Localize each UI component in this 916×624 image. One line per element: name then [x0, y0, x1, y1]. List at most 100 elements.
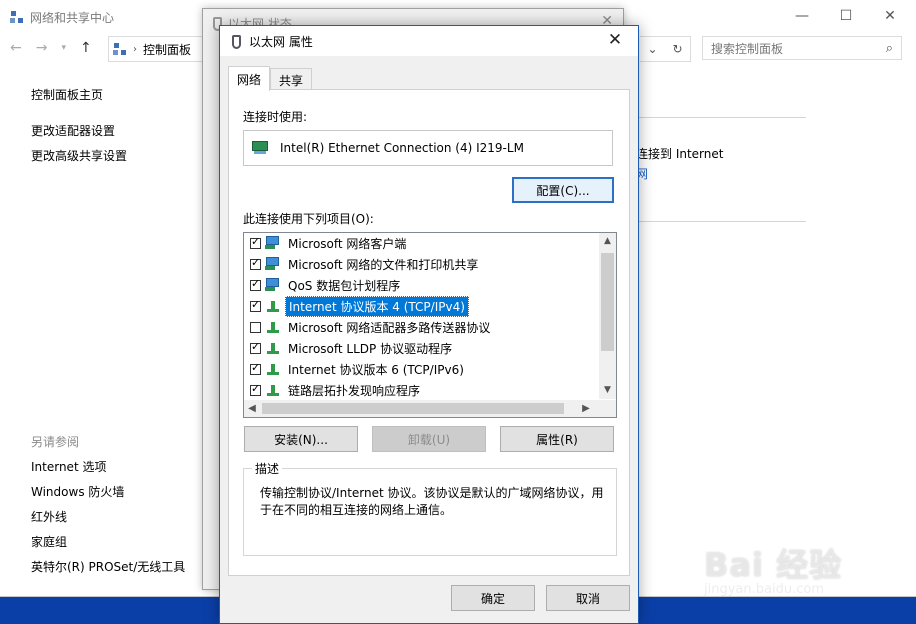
item-checkbox[interactable]: [250, 256, 261, 270]
recent-chevron-icon[interactable]: ▾: [61, 43, 66, 53]
description-group: 描述 传输控制协议/Internet 协议。该协议是默认的广域网络协议，用于在不…: [243, 460, 617, 556]
horizontal-scrollbar[interactable]: ◀ ▶: [244, 400, 616, 417]
protocol-icon: [265, 362, 281, 376]
list-item[interactable]: Microsoft 网络适配器多路传送器协议: [250, 317, 493, 337]
scroll-down-icon[interactable]: ▼: [599, 382, 616, 399]
ok-button[interactable]: 确定: [451, 585, 535, 611]
address-bar-end: ⌄ ↻: [640, 36, 691, 62]
search-box[interactable]: 搜索控制面板 ⌕: [702, 36, 902, 60]
adapter-box: Intel(R) Ethernet Connection (4) I219-LM: [243, 130, 613, 166]
windows-firewall-link[interactable]: Windows 防火墙: [31, 483, 124, 500]
properties-button[interactable]: 属性(R): [500, 426, 614, 452]
cancel-button[interactable]: 取消: [546, 585, 630, 611]
adapter-name: Intel(R) Ethernet Connection (4) I219-LM: [280, 141, 524, 155]
address-dropdown-icon[interactable]: ⌄: [647, 42, 657, 56]
internet-options-link[interactable]: Internet 选项: [31, 458, 106, 475]
dialog-titlebar: 以太网 属性 ✕: [220, 26, 638, 56]
homegroup-link[interactable]: 家庭组: [31, 533, 67, 550]
vertical-scrollbar[interactable]: ▲ ▼: [599, 233, 616, 399]
see-also-heading: 另请参阅: [31, 435, 80, 449]
change-advanced-sharing-link[interactable]: 更改高级共享设置: [31, 147, 127, 164]
item-label: Internet 协议版本 6 (TCP/IPv6): [288, 362, 464, 377]
qos-icon: [265, 278, 281, 292]
watermark-logo: Bai 经验: [704, 546, 843, 584]
dialog-close-button[interactable]: ✕: [600, 28, 630, 52]
components-list[interactable]: Microsoft 网络客户端 Microsoft 网络的文件和打印机共享 Qo…: [243, 232, 617, 418]
nav-buttons: ← → ▾ ↑: [10, 38, 92, 58]
item-checkbox[interactable]: [250, 361, 261, 375]
item-checkbox[interactable]: [250, 235, 261, 249]
breadcrumb-separator-icon: ›: [133, 43, 137, 55]
file-sharing-icon: [265, 257, 281, 271]
ethernet-properties-dialog: 以太网 属性 ✕ 网络 共享 连接时使用: Intel(R) Ethernet …: [219, 25, 639, 624]
baidu-watermark: Bai 经验 jingyan.baidu.com: [704, 540, 874, 610]
protocol-icon: [265, 341, 281, 355]
forward-arrow-icon[interactable]: →: [36, 40, 48, 56]
minimize-button[interactable]: —: [784, 6, 820, 26]
item-label: Microsoft 网络的文件和打印机共享: [288, 257, 479, 272]
network-center-icon: [10, 10, 24, 24]
close-button[interactable]: ✕: [872, 6, 908, 26]
search-icon[interactable]: ⌕: [886, 41, 893, 56]
item-checkbox[interactable]: [250, 382, 261, 396]
item-checkbox[interactable]: [250, 298, 261, 312]
dialog-title: 以太网 属性: [249, 35, 313, 49]
list-item[interactable]: Microsoft 网络客户端: [250, 233, 409, 253]
control-panel-title: 网络和共享中心: [30, 10, 115, 25]
item-label: Microsoft 网络适配器多路传送器协议: [288, 320, 491, 335]
configure-button[interactable]: 配置(C)...: [512, 177, 614, 203]
list-item[interactable]: Microsoft 网络的文件和打印机共享: [250, 254, 481, 274]
list-item[interactable]: 链路层拓扑发现响应程序: [250, 380, 423, 400]
ethernet-plug-icon: [232, 34, 241, 49]
search-placeholder: 搜索控制面板: [711, 41, 784, 56]
tab-sharing[interactable]: 共享: [270, 68, 313, 91]
tab-network[interactable]: 网络: [228, 66, 271, 91]
item-checkbox[interactable]: [250, 321, 261, 333]
control-panel-titlebar: 网络和共享中心: [10, 8, 114, 26]
item-label: Microsoft 网络客户端: [288, 236, 407, 251]
scroll-up-icon[interactable]: ▲: [599, 233, 616, 250]
divider: [636, 117, 806, 118]
internet-connection-text: 连接到 Internet: [636, 147, 724, 161]
address-bar[interactable]: › 控制面板: [108, 36, 209, 62]
install-button[interactable]: 安装(N)...: [244, 426, 358, 452]
list-item[interactable]: QoS 数据包计划程序: [250, 275, 403, 295]
dialog-title-group: 以太网 属性: [232, 33, 313, 50]
item-label: Microsoft LLDP 协议驱动程序: [288, 341, 453, 356]
scroll-left-icon[interactable]: ◀: [246, 400, 258, 417]
list-item[interactable]: Internet 协议版本 6 (TCP/IPv6): [250, 359, 467, 379]
scroll-right-icon[interactable]: ▶: [580, 400, 592, 417]
control-panel-icon: [113, 42, 127, 56]
item-label: 链路层拓扑发现响应程序: [288, 383, 421, 398]
network-client-icon: [265, 236, 281, 250]
item-label: Internet 协议版本 4 (TCP/IPv4): [285, 295, 469, 317]
description-title: 描述: [252, 460, 283, 477]
up-arrow-icon[interactable]: ↑: [80, 40, 92, 56]
divider: [636, 221, 806, 222]
list-item[interactable]: Microsoft LLDP 协议驱动程序: [250, 338, 455, 358]
item-checkbox[interactable]: [250, 277, 261, 291]
watermark-url: jingyan.baidu.com: [704, 582, 824, 597]
control-panel-home-link[interactable]: 控制面板主页: [31, 86, 103, 103]
protocol-icon: [265, 320, 281, 334]
item-checkbox[interactable]: [250, 340, 261, 354]
intel-proset-link[interactable]: 英特尔(R) PROSet/无线工具: [31, 558, 185, 575]
network-tab-panel: 连接时使用: Intel(R) Ethernet Connection (4) …: [228, 89, 630, 576]
vertical-scroll-thumb[interactable]: [601, 253, 614, 351]
uninstall-button[interactable]: 卸载(U): [372, 426, 486, 452]
description-text: 传输控制协议/Internet 协议。该协议是默认的广域网络协议，用于在不同的相…: [260, 486, 604, 517]
items-label: 此连接使用下列项目(O):: [243, 212, 374, 226]
protocol-icon: [265, 383, 281, 397]
dialog-tabs: 网络 共享: [228, 66, 313, 91]
breadcrumb-control-panel[interactable]: 控制面板: [143, 41, 191, 58]
connect-using-label: 连接时使用:: [243, 110, 308, 124]
protocol-icon: [265, 299, 281, 313]
refresh-icon[interactable]: ↻: [672, 42, 682, 56]
list-item-selected[interactable]: Internet 协议版本 4 (TCP/IPv4): [250, 295, 469, 317]
infrared-link[interactable]: 红外线: [31, 508, 67, 525]
change-adapter-settings-link[interactable]: 更改适配器设置: [31, 122, 115, 139]
maximize-button[interactable]: ☐: [828, 6, 864, 26]
back-arrow-icon[interactable]: ←: [10, 40, 22, 56]
item-label: QoS 数据包计划程序: [288, 278, 401, 293]
horizontal-scroll-thumb[interactable]: [262, 403, 564, 414]
